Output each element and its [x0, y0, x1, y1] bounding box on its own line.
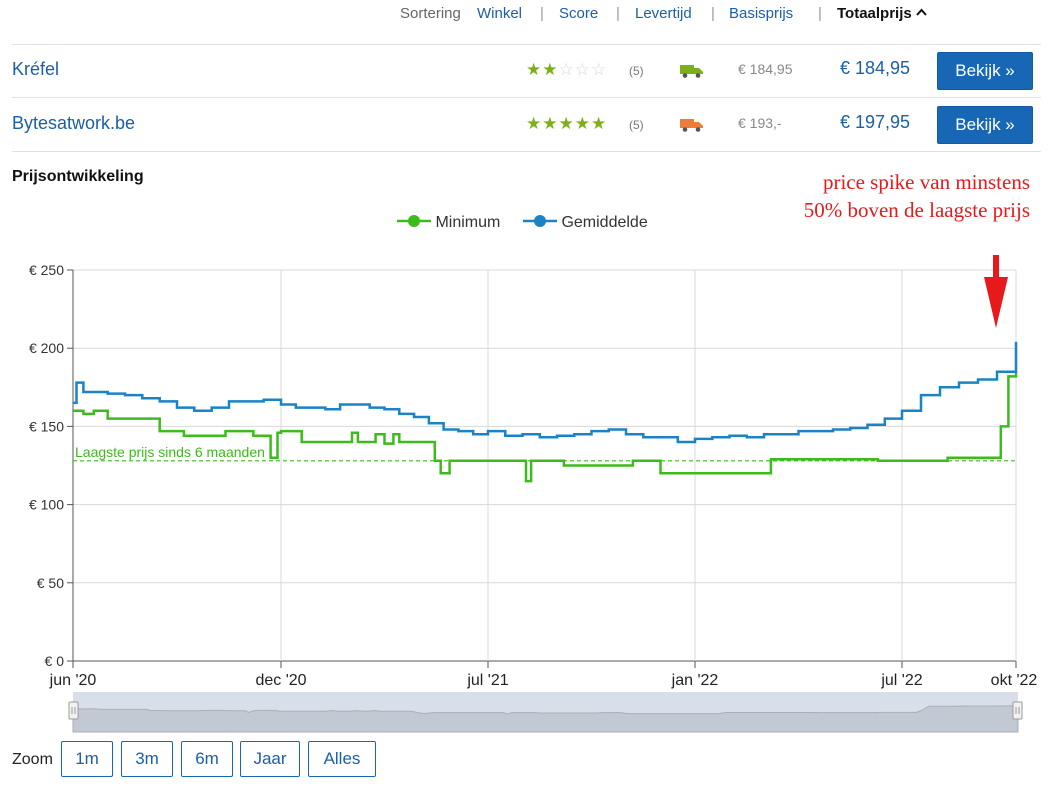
y-tick-label: € 200 [29, 340, 64, 356]
x-tick-label: jul '22 [880, 672, 922, 689]
star-icon: ☆ [591, 60, 607, 79]
chevron-up-icon [916, 8, 927, 16]
total-price: € 197,95 [840, 112, 911, 132]
rating-stars: ★★★★★ [526, 115, 607, 133]
price-chart: € 0 € 50 € 100 € 150 € 200 € 250 jun '20 dec '… [0, 233, 1049, 735]
delivery-truck-icon [680, 119, 703, 132]
review-count[interactable]: (5) [629, 118, 644, 132]
zoom-6m-button[interactable]: 6m [181, 741, 233, 777]
truck-cab [694, 68, 703, 74]
arrow-down-icon [984, 233, 1008, 328]
star-icon: ★ [526, 114, 542, 133]
sort-separator: | [616, 5, 620, 22]
truck-wheel [695, 127, 701, 132]
y-tick-label: € 0 [45, 653, 65, 669]
divider [12, 151, 1041, 152]
legend-item-gemiddelde[interactable]: Gemiddelde [523, 214, 648, 232]
zoom-3m-button[interactable]: 3m [121, 741, 173, 777]
x-tick-label: jun '20 [49, 672, 97, 689]
star-icon: ★ [558, 114, 574, 133]
sort-separator: | [818, 5, 822, 22]
truck-body [680, 119, 694, 128]
section-title: Prijsontwikkeling [12, 168, 144, 185]
y-tick-label: € 250 [29, 262, 64, 278]
rating-stars: ★★☆☆☆ [526, 61, 607, 79]
star-icon: ☆ [558, 60, 574, 79]
truck-wheel [682, 73, 688, 78]
review-count[interactable]: (5) [629, 64, 644, 78]
zoom-alles-button[interactable]: Alles [308, 741, 376, 777]
y-tick-label: € 100 [29, 497, 64, 513]
zoom-jaar-button[interactable]: Jaar [240, 741, 300, 777]
sort-separator: | [540, 5, 544, 22]
truck-wheel [682, 127, 688, 132]
sort-option-winkel[interactable]: Winkel [477, 5, 522, 22]
base-price: € 193,- [738, 115, 782, 131]
sort-option-basisprijs[interactable]: Basisprijs [729, 5, 793, 22]
shop-name-link[interactable]: Bytesatwork.be [12, 113, 135, 134]
annotation-line: price spike van minstens [822, 170, 1030, 194]
navigator-handle-left[interactable] [68, 701, 79, 720]
total-price: € 184,95 [840, 58, 911, 78]
star-icon: ★ [542, 60, 558, 79]
legend-item-minimum[interactable]: Minimum [397, 214, 500, 232]
y-tick-label: € 50 [37, 575, 64, 591]
sort-option-totaalprijs-label: Totaalprijs [837, 5, 912, 22]
sort-option-levertijd[interactable]: Levertijd [635, 5, 692, 22]
navigator-handle-right[interactable] [1012, 701, 1023, 720]
y-axis: € 0 € 50 € 100 € 150 € 200 € 250 [29, 262, 73, 669]
base-price: € 184,95 [738, 61, 793, 77]
star-icon: ★ [526, 60, 542, 79]
star-icon: ★ [574, 114, 590, 133]
sort-option-score[interactable]: Score [559, 5, 598, 22]
truck-body [680, 65, 694, 74]
bekijk-button[interactable]: Bekijk » [937, 52, 1033, 90]
legend-label: Minimum [435, 214, 501, 231]
sort-bar: Sortering Winkel | Score | Levertijd | B… [0, 0, 1049, 30]
legend-label: Gemiddelde [561, 214, 648, 231]
x-tick-label: okt '22 [991, 672, 1038, 689]
x-tick-label: dec '20 [255, 672, 306, 689]
star-icon: ☆ [574, 60, 590, 79]
sort-label: Sortering [400, 5, 461, 22]
chart-legend: Minimum Gemiddelde [397, 214, 677, 234]
zoom-label: Zoom [12, 751, 53, 768]
x-tick-label: jul '21 [466, 672, 508, 689]
legend-marker-gemiddelde [523, 215, 557, 227]
sort-option-totaalprijs[interactable]: Totaalprijs [837, 5, 927, 22]
chart-grid [72, 269, 1017, 662]
truck-cab [694, 122, 703, 128]
reference-line-label: Laagste prijs sinds 6 maanden [75, 444, 265, 460]
annotation-line: 50% boven de laagste prijs [803, 198, 1030, 222]
star-icon: ★ [542, 114, 558, 133]
x-tick-label: jan '22 [671, 672, 719, 689]
star-icon: ★ [591, 114, 607, 133]
bekijk-button[interactable]: Bekijk » [937, 106, 1033, 144]
series-line-gemiddelde [73, 341, 1018, 444]
shop-row: Bytesatwork.be ★★★★★ (5) € 193,- € 197,9… [0, 99, 1049, 151]
legend-marker-minimum [397, 215, 431, 227]
y-tick-label: € 150 [29, 418, 64, 434]
shop-row: Kréfel ★★☆☆☆ (5) € 184,95 € 184,95 Bekij… [0, 45, 1049, 97]
price-spike-annotation: price spike van minstens 50% boven de la… [804, 168, 1030, 224]
divider [12, 97, 1041, 98]
truck-wheel [695, 73, 701, 78]
zoom-1m-button[interactable]: 1m [61, 741, 113, 777]
shop-name-link[interactable]: Kréfel [12, 59, 59, 80]
delivery-truck-icon [680, 65, 703, 78]
x-axis: jun '20 dec '20 jul '21 jan '22 jul '22 okt '… [49, 661, 1038, 689]
sort-separator: | [711, 5, 715, 22]
price-chart-svg: € 0 € 50 € 100 € 150 € 200 € 250 jun '20 dec '… [29, 233, 1038, 733]
